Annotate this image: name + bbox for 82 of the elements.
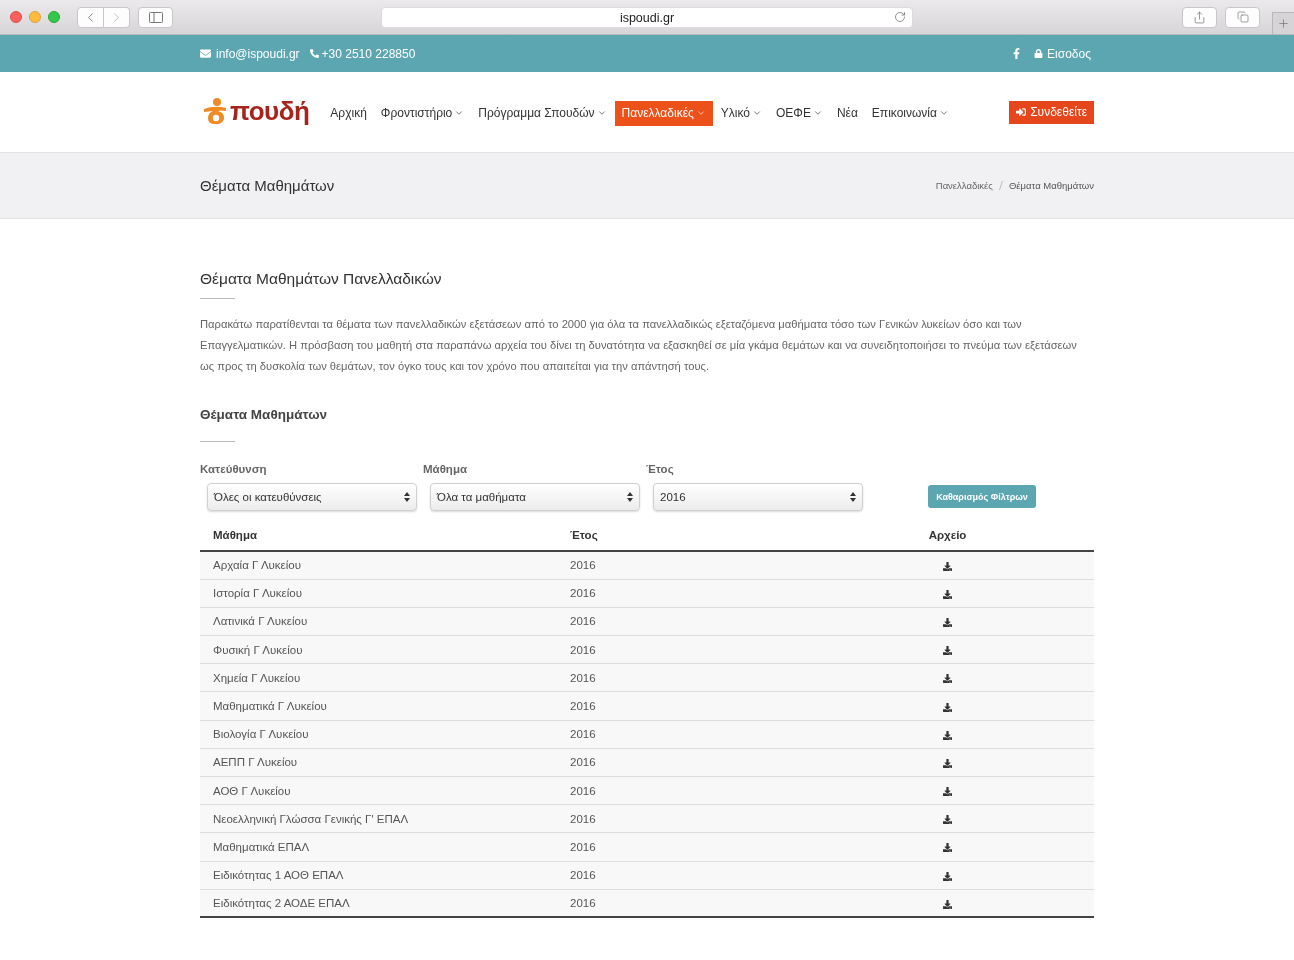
slash-divider-icon (998, 181, 1003, 190)
plus-icon (1277, 16, 1290, 30)
filter-label: Κατεύθυνση (200, 462, 267, 477)
subject-cell: Βιολογία Γ Λυκείου (213, 728, 309, 741)
filter-label: Μάθημα (423, 462, 467, 477)
year-cell: 2016 (570, 756, 596, 769)
nav-item[interactable]: Επικοινωνία (865, 100, 955, 126)
year-cell: 2016 (570, 897, 596, 910)
breadcrumb-link[interactable]: Θέματα Μαθημάτων (1008, 180, 1094, 191)
subject-cell: Μαθηματικά Γ Λυκείου (213, 700, 327, 713)
nav-item[interactable]: Νέα (830, 100, 864, 126)
year-cell: 2016 (570, 587, 596, 600)
phone-icon (309, 49, 319, 58)
sort-arrows-icon (850, 492, 856, 502)
year-cell: 2016 (570, 671, 596, 684)
tabs-icon (1236, 11, 1249, 23)
year-cell: 2016 (570, 559, 596, 572)
nav-item[interactable]: ΟΕΦΕ (769, 100, 829, 126)
year-cell: 2016 (570, 700, 596, 713)
select-field[interactable]: 2016 (653, 483, 863, 511)
subsection-heading: Θέματα Μαθημάτων (200, 406, 328, 424)
envelope-icon (200, 48, 211, 59)
nav-item[interactable]: Πρόγραμμα Σπουδών (472, 100, 613, 126)
download-icon[interactable] (943, 758, 952, 768)
download-icon[interactable] (943, 646, 952, 656)
year-cell: 2016 (570, 728, 596, 741)
subject-cell: Λατινικά Γ Λυκείου (213, 615, 308, 628)
subject-cell: Αρχαία Γ Λυκείου (213, 559, 301, 572)
column-header: Αρχείο (928, 528, 967, 541)
nav-item[interactable]: Φροντιστήριο (374, 100, 471, 126)
subject-cell: ΑΟΘ Γ Λυκείου (213, 784, 291, 797)
year-cell: 2016 (570, 784, 596, 797)
address-field[interactable]: ispoudi.gr (381, 7, 913, 28)
select-field[interactable]: Όλα τα μαθήματα (430, 483, 640, 511)
sign-in-icon (1016, 107, 1027, 117)
subject-cell: ΑΕΠΠ Γ Λυκείου (213, 756, 298, 769)
sort-arrows-icon (627, 492, 633, 502)
download-icon[interactable] (943, 702, 952, 712)
signin-button[interactable]: Συνδεθείτε (1009, 100, 1094, 124)
page-title: Θέματα Μαθημάτων (200, 177, 335, 194)
subject-cell: Ειδικότητας 2 ΑΟΔΕ ΕΠΑΛ (213, 897, 350, 910)
sidebar-icon (148, 11, 163, 23)
subject-cell: Χημεία Γ Λυκείου (213, 671, 301, 684)
subject-cell: Ειδικότητας 1 ΑΟΘ ΕΠΑΛ (213, 869, 344, 882)
intro-paragraph: Παρακάτω παρατίθενται τα θέματα των πανελλαδικών εξετάσεων από το 2000 για όλα τα πανελλαδικώς εξεταζόμενα μαθήματα τόσο των Γενικών λυκείων όσο και των Επαγγελματικών. Η πρόσβαση του μαθητή στα παραπάνω αρχεία του δίνει τη δυνατότητα να εξασκηθεί σε μία γκάμα θεμάτων και να συνειδητοποιήσει το πνεύμα των εξετάσεων ως προς τη δυσκολία των θεμάτων, τον όγκο τους και τον χρόνο που απαιτείται για την απάντησή τους. (200, 317, 1078, 374)
subject-cell: Ιστορία Γ Λυκείου (213, 587, 302, 600)
year-cell: 2016 (570, 615, 596, 628)
year-cell: 2016 (570, 812, 596, 825)
download-icon[interactable] (943, 674, 952, 684)
download-icon[interactable] (943, 617, 952, 627)
subject-cell: Μαθηματικά ΕΠΑΛ (213, 840, 310, 853)
select-field[interactable]: Όλες οι κατευθύνσεις (207, 483, 417, 511)
year-cell: 2016 (570, 869, 596, 882)
download-icon[interactable] (943, 899, 952, 909)
filter-label: Έτος (646, 462, 674, 477)
reload-icon[interactable] (894, 11, 906, 23)
column-header: Μάθημα (213, 528, 257, 541)
nav-item[interactable]: Υλικό (714, 100, 768, 126)
url-text: ispoudi.gr (619, 10, 675, 25)
download-icon[interactable] (943, 871, 952, 881)
lock-icon (1034, 49, 1044, 58)
close-window-button[interactable] (10, 11, 22, 23)
nav-item[interactable]: Πανελλαδικές (614, 100, 713, 126)
site-logo[interactable]: πουδή (200, 97, 310, 125)
download-icon[interactable] (943, 589, 952, 599)
download-icon[interactable] (943, 561, 952, 571)
sort-arrows-icon (404, 492, 410, 502)
sidebar-button[interactable] (138, 6, 173, 28)
download-icon[interactable] (943, 843, 952, 853)
subject-cell: Νεοελληνική Γλώσσα Γενικής Γ' ΕΠΑΛ (213, 812, 409, 825)
breadcrumb-link[interactable]: Πανελλαδικές (935, 180, 993, 191)
download-icon[interactable] (943, 815, 952, 825)
year-cell: 2016 (570, 840, 596, 853)
download-icon[interactable] (943, 787, 952, 797)
column-header: Έτος (570, 528, 598, 541)
section-heading: Θέματα Μαθημάτων Πανελλαδικών (200, 269, 442, 289)
share-icon (1193, 10, 1206, 24)
new-tab-button[interactable] (1272, 11, 1294, 35)
subject-cell: Φυσική Γ Λυκείου (213, 643, 303, 656)
nav-item[interactable]: Αρχική (324, 100, 373, 126)
year-cell: 2016 (570, 643, 596, 656)
download-icon[interactable] (943, 730, 952, 740)
